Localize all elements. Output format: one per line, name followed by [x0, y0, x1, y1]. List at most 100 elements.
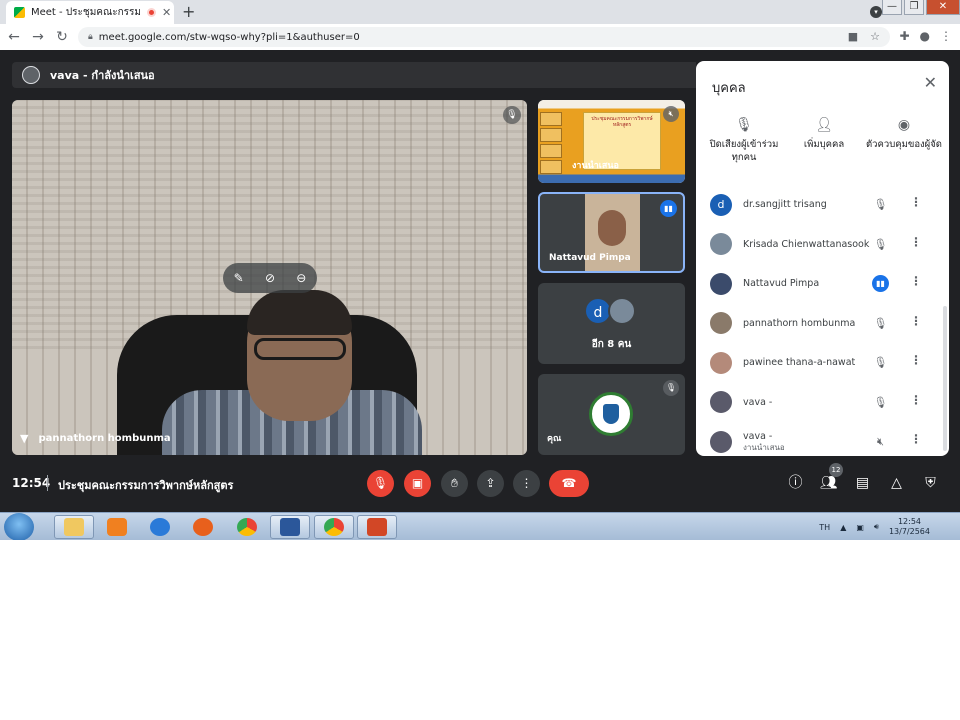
- chrome-window-taskbar-button[interactable]: [314, 515, 354, 539]
- list-item[interactable]: pannathorn hombunma 🎙︎ ⋮: [696, 304, 949, 344]
- tray-expand-icon[interactable]: ▲: [840, 523, 846, 532]
- lock-icon[interactable]: 🔒︎: [88, 32, 93, 42]
- address-bar[interactable]: 🔒︎ meet.google.com/stw-wqso-why?pli=1&au…: [78, 27, 890, 47]
- presentation-tile[interactable]: ประชุมคณะกรรมการวิพากษ์หลักสูตร งานนำเสน…: [538, 100, 685, 183]
- chrome-icon: [237, 518, 257, 536]
- participant-name: pannathorn hombunma: [38, 433, 171, 444]
- add-people-button[interactable]: 👤︎ เพิ่มบุคคล: [784, 118, 864, 164]
- window-close-button[interactable]: ✕: [926, 0, 960, 15]
- back-icon[interactable]: ←: [2, 29, 26, 45]
- mic-off-icon[interactable]: 🎙︎: [872, 236, 889, 253]
- avatar: [710, 391, 732, 414]
- more-options-button[interactable]: ⋮: [513, 470, 540, 497]
- browser-toolbar: ← → ↻ 🔒︎ meet.google.com/stw-wqso-why?pl…: [0, 24, 960, 50]
- list-item[interactable]: pawinee thana-a-nawat 🎙︎ ⋮: [696, 343, 949, 383]
- meeting-title: ประชุมคณะกรรมการวิพากษ์หลักสูตร: [58, 479, 234, 492]
- extensions-icon[interactable]: ✚: [899, 29, 909, 43]
- start-button[interactable]: [4, 513, 34, 540]
- bookmark-star-icon[interactable]: ☆: [870, 30, 880, 43]
- firefox-taskbar-button[interactable]: [183, 515, 223, 539]
- window-controls: — ❐ ✕: [880, 0, 960, 15]
- slide-title: ประชุมคณะกรรมการวิพากษ์หลักสูตร: [591, 116, 653, 128]
- new-tab-button[interactable]: +: [182, 2, 195, 21]
- list-item[interactable]: vava - 🎙︎ ⋮: [696, 383, 949, 423]
- media-player-icon: [107, 518, 127, 536]
- presenter-label: vava - กำลังนำเสนอ: [50, 69, 155, 82]
- close-icon[interactable]: ✕: [924, 73, 937, 92]
- presenter-bar: vava - กำลังนำเสนอ: [12, 62, 696, 88]
- raise-hand-button[interactable]: ✋︎: [441, 470, 468, 497]
- mic-off-icon[interactable]: 🎙︎: [872, 394, 889, 411]
- restore-button[interactable]: ❐: [904, 0, 924, 15]
- reload-icon[interactable]: ↻: [50, 29, 74, 45]
- remove-icon[interactable]: ⊖: [296, 271, 306, 285]
- camera-toggle-button[interactable]: ▣: [404, 470, 431, 497]
- pinned-icon: ▼: [20, 432, 29, 445]
- menu-icon[interactable]: ⋮: [940, 29, 952, 43]
- list-item[interactable]: Nattavud Pimpa ▮▮ ⋮: [696, 264, 949, 304]
- forward-icon[interactable]: →: [26, 29, 50, 45]
- activities-icon[interactable]: △: [883, 470, 910, 497]
- avatar: [710, 312, 732, 335]
- host-controls-button[interactable]: ◉ ตัวควบคุมของผู้จัด: [864, 118, 944, 164]
- chat-icon[interactable]: ▤: [849, 470, 876, 497]
- camera-icon[interactable]: ■: [848, 30, 858, 43]
- panel-scrollbar[interactable]: [943, 306, 947, 451]
- list-item[interactable]: Krisada Chienwattanasook 🎙︎ ⋮: [696, 225, 949, 265]
- ie-taskbar-button[interactable]: [140, 515, 180, 539]
- more-options-icon[interactable]: ⋮: [910, 432, 922, 446]
- more-participants-tile[interactable]: d อีก 8 คน: [538, 283, 685, 364]
- avatar: [710, 351, 732, 374]
- more-options-icon[interactable]: ⋮: [910, 314, 922, 328]
- more-options-icon[interactable]: ⋮: [910, 274, 922, 288]
- recording-indicator-icon: [147, 8, 156, 17]
- minimize-button[interactable]: —: [882, 0, 902, 15]
- word-taskbar-button[interactable]: [270, 515, 310, 539]
- meet-stage: vava - กำลังนำเสนอ 🎙︎ ✎ ⊘ ⊖ ▼ pannathorn…: [0, 50, 960, 512]
- mic-off-icon[interactable]: 🎙︎: [872, 315, 889, 332]
- network-icon[interactable]: ▣: [856, 523, 864, 532]
- info-icon[interactable]: ⓘ: [782, 470, 809, 497]
- presentation-audio-off-icon[interactable]: 🔇︎: [872, 433, 889, 450]
- participant-list: d dr.sangjitt trisang 🎙︎ ⋮ Krisada Chien…: [696, 185, 949, 456]
- media-player-taskbar-button[interactable]: [97, 515, 137, 539]
- profile-icon[interactable]: ●: [920, 29, 930, 43]
- more-options-icon[interactable]: ⋮: [910, 353, 922, 367]
- browser-tab[interactable]: Meet - ประชุมคณะกรรมการวิพากษ ✕: [6, 1, 174, 24]
- panel-actions: 🎙︎ ปิดเสียงผู้เข้าร่วมทุกคน 👤︎ เพิ่มบุคค…: [704, 118, 944, 164]
- avatar: [710, 272, 732, 295]
- more-options-icon[interactable]: ⋮: [910, 393, 922, 407]
- more-options-icon[interactable]: ⋮: [910, 195, 922, 209]
- mic-off-icon: 🎙︎: [503, 106, 521, 124]
- mic-off-icon[interactable]: 🎙︎: [872, 196, 889, 213]
- tab-close-icon[interactable]: ✕: [162, 6, 171, 19]
- avatar: [710, 430, 732, 453]
- url-text: meet.google.com/stw-wqso-why?pli=1&authu…: [98, 31, 360, 43]
- mute-icon[interactable]: ⊘: [265, 271, 275, 285]
- mute-all-button[interactable]: 🎙︎ ปิดเสียงผู้เข้าร่วมทุกคน: [704, 118, 784, 164]
- powerpoint-icon: [367, 518, 387, 536]
- mic-off-icon[interactable]: 🎙︎: [872, 354, 889, 371]
- more-options-icon[interactable]: ⋮: [910, 235, 922, 249]
- pin-icon[interactable]: ✎: [234, 271, 244, 285]
- host-shield-icon[interactable]: ⛨: [917, 470, 944, 497]
- folder-icon: [64, 518, 84, 536]
- leave-call-button[interactable]: ☎︎: [549, 470, 589, 497]
- self-tile[interactable]: 🎙︎ คุณ: [538, 374, 685, 455]
- presentation-label: งานนำเสนอ: [572, 161, 619, 171]
- speaker-tile[interactable]: ▮▮ Nattavud Pimpa: [538, 192, 685, 273]
- avatar: [608, 297, 636, 325]
- present-button[interactable]: ⇪: [477, 470, 504, 497]
- volume-icon[interactable]: 🔊︎: [874, 522, 879, 532]
- main-video-tile[interactable]: 🎙︎ ✎ ⊘ ⊖ ▼ pannathorn hombunma: [12, 100, 527, 455]
- avatar: [710, 233, 732, 256]
- system-clock[interactable]: 12:54 13/7/2564: [889, 517, 930, 537]
- powerpoint-taskbar-button[interactable]: [357, 515, 397, 539]
- mic-toggle-button[interactable]: 🎙︎: [367, 470, 394, 497]
- list-item[interactable]: vava - งานนำเสนอ 🔇︎ ⋮: [696, 422, 949, 456]
- list-item[interactable]: d dr.sangjitt trisang 🎙︎ ⋮: [696, 185, 949, 225]
- language-indicator[interactable]: TH: [819, 523, 830, 532]
- explorer-taskbar-button[interactable]: [54, 515, 94, 539]
- chrome-taskbar-button[interactable]: [227, 515, 267, 539]
- tile-hover-controls: ✎ ⊘ ⊖: [223, 263, 317, 293]
